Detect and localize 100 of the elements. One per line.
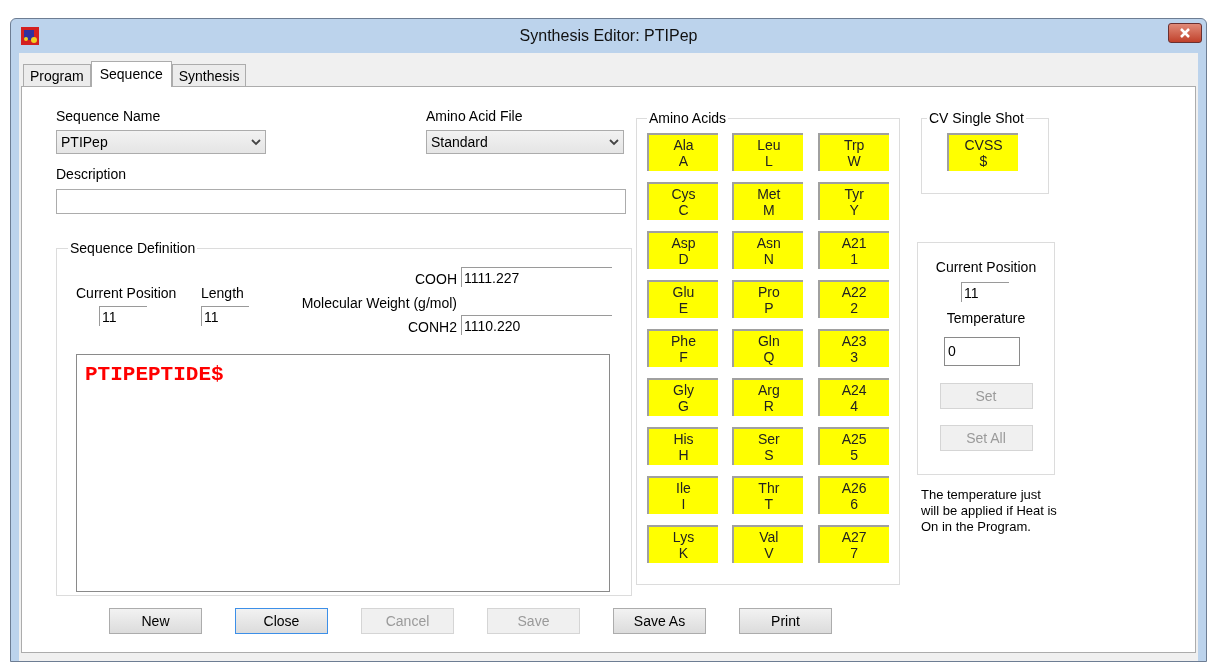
amino-acid-name: A26: [841, 480, 867, 496]
amino-acid-button[interactable]: CVSS $: [947, 133, 1018, 171]
amino-acid-code: D: [678, 251, 689, 267]
amino-acid-code: 1: [850, 251, 859, 267]
amino-acid-button[interactable]: A21 1: [817, 231, 889, 269]
amino-acid-name: Thr: [758, 480, 780, 496]
amino-acid-button[interactable]: Phe F: [647, 329, 718, 367]
number-field[interactable]: 11: [961, 282, 1009, 302]
amino-acid-code: F: [679, 349, 688, 365]
description-field[interactable]: [56, 189, 626, 214]
sequence-editor[interactable]: PTIPEPTIDE$: [76, 354, 610, 592]
amino-acid-code: V: [764, 545, 774, 561]
number-field[interactable]: 11: [201, 306, 249, 326]
amino-acid-button[interactable]: Leu L: [732, 133, 804, 171]
amino-acid-name: Gly: [673, 382, 694, 398]
sequence-text: PTIPEPTIDE$: [85, 363, 224, 386]
dropdown[interactable]: PTIPep: [56, 130, 266, 154]
number-field[interactable]: 11: [99, 306, 147, 326]
amino-acid-button[interactable]: Gly G: [647, 378, 718, 416]
amino-acid-code: Q: [763, 349, 775, 365]
amino-acid-code: I: [681, 496, 686, 512]
amino-acid-name: His: [673, 431, 694, 447]
amino-acid-code: N: [763, 251, 774, 267]
number-field[interactable]: 1110.220: [461, 315, 612, 335]
amino-acid-button[interactable]: Glu E: [647, 280, 718, 318]
amino-acid-code: E: [678, 300, 689, 316]
amino-acid-button[interactable]: Ser S: [732, 427, 804, 465]
amino-acid-button[interactable]: Ala A: [647, 133, 718, 171]
field-label: Current Position: [935, 258, 1037, 277]
amino-acid-button[interactable]: A22 2: [817, 280, 889, 318]
amino-acid-name: Glu: [672, 284, 695, 300]
amino-acid-code: T: [764, 496, 774, 512]
amino-acid-button[interactable]: Thr T: [732, 476, 804, 514]
chevron-down-icon: [251, 138, 261, 146]
amino-acid-name: Pro: [757, 284, 780, 300]
amino-acid-button[interactable]: A26 6: [817, 476, 889, 514]
button[interactable]: Close: [235, 608, 328, 634]
amino-acid-name: Arg: [757, 382, 780, 398]
amino-acid-button[interactable]: A23 3: [817, 329, 889, 367]
button[interactable]: Save As: [613, 608, 706, 634]
chevron-down-icon: [609, 138, 619, 146]
amino-acid-code: 7: [850, 545, 859, 561]
group-title: Amino Acids: [648, 109, 728, 128]
amino-acid-button[interactable]: Met M: [732, 182, 804, 220]
temperature-field[interactable]: 0: [944, 337, 1020, 366]
amino-acid-code: W: [847, 153, 861, 169]
amino-acid-button[interactable]: Lys K: [647, 525, 718, 563]
amino-acid-name: Leu: [757, 137, 781, 153]
amino-acid-button[interactable]: Val V: [732, 525, 804, 563]
amino-acid-button[interactable]: Gln Q: [732, 329, 804, 367]
amino-acid-code: R: [763, 398, 774, 414]
button[interactable]: Print: [739, 608, 832, 634]
amino-acid-button[interactable]: Asp D: [647, 231, 718, 269]
window-title: Synthesis Editor: PTIPep: [518, 26, 699, 46]
tab[interactable]: Synthesis: [171, 64, 247, 86]
amino-acid-name: A21: [841, 235, 867, 251]
amino-acid-code: 6: [850, 496, 859, 512]
amino-acid-button[interactable]: Cys C: [647, 182, 718, 220]
amino-acid-name: Asp: [671, 235, 696, 251]
amino-acid-button[interactable]: A25 5: [817, 427, 889, 465]
amino-acid-name: Tyr: [844, 186, 864, 202]
amino-acid-name: Cys: [671, 186, 696, 202]
amino-acid-name: A23: [841, 333, 867, 349]
amino-acid-code: G: [678, 398, 689, 414]
amino-acid-name: A25: [841, 431, 867, 447]
number-field[interactable]: 1111.227: [461, 267, 612, 287]
field-label: Current Position: [76, 284, 178, 303]
group-title: CV Single Shot: [928, 109, 1025, 128]
button[interactable]: New: [109, 608, 202, 634]
group-title: Sequence Definition: [69, 239, 197, 258]
amino-acid-code: C: [678, 202, 689, 218]
amino-acid-code: P: [764, 300, 774, 316]
amino-acid-button[interactable]: Asn N: [732, 231, 804, 269]
dropdown[interactable]: Standard: [426, 130, 624, 154]
amino-acid-button[interactable]: Ile I: [647, 476, 718, 514]
amino-acid-button[interactable]: Arg R: [732, 378, 804, 416]
field-label: Molecular Weight (g/mol): [301, 294, 457, 313]
amino-acid-button[interactable]: Pro P: [732, 280, 804, 318]
amino-acid-name: Met: [757, 186, 781, 202]
amino-acid-code: S: [764, 447, 774, 463]
amino-acid-button[interactable]: Trp W: [817, 133, 889, 171]
temperature-note: The temperature just will be applied if Heat is On in the Program.: [921, 487, 1057, 535]
field-label: Temperature: [946, 309, 1026, 328]
amino-acid-button[interactable]: His H: [647, 427, 718, 465]
field-label: Sequence Name: [56, 107, 162, 126]
amino-acid-button[interactable]: A24 4: [817, 378, 889, 416]
amino-acid-button[interactable]: Tyr Y: [817, 182, 889, 220]
field-label: CONH2: [408, 318, 457, 337]
tab[interactable]: Program: [23, 64, 91, 86]
amino-acid-name: CVSS: [964, 137, 1003, 153]
amino-acid-name: Asn: [756, 235, 781, 251]
amino-acid-code: L: [764, 153, 773, 169]
amino-acid-code: A: [678, 153, 689, 169]
amino-acid-name: Trp: [843, 137, 865, 153]
field-label: Length: [201, 284, 245, 303]
tab[interactable]: Sequence: [90, 61, 172, 87]
amino-acid-name: Ala: [673, 137, 694, 153]
close-icon: [1179, 28, 1191, 38]
amino-acid-button[interactable]: A27 7: [817, 525, 889, 563]
close-button[interactable]: [1168, 23, 1202, 43]
